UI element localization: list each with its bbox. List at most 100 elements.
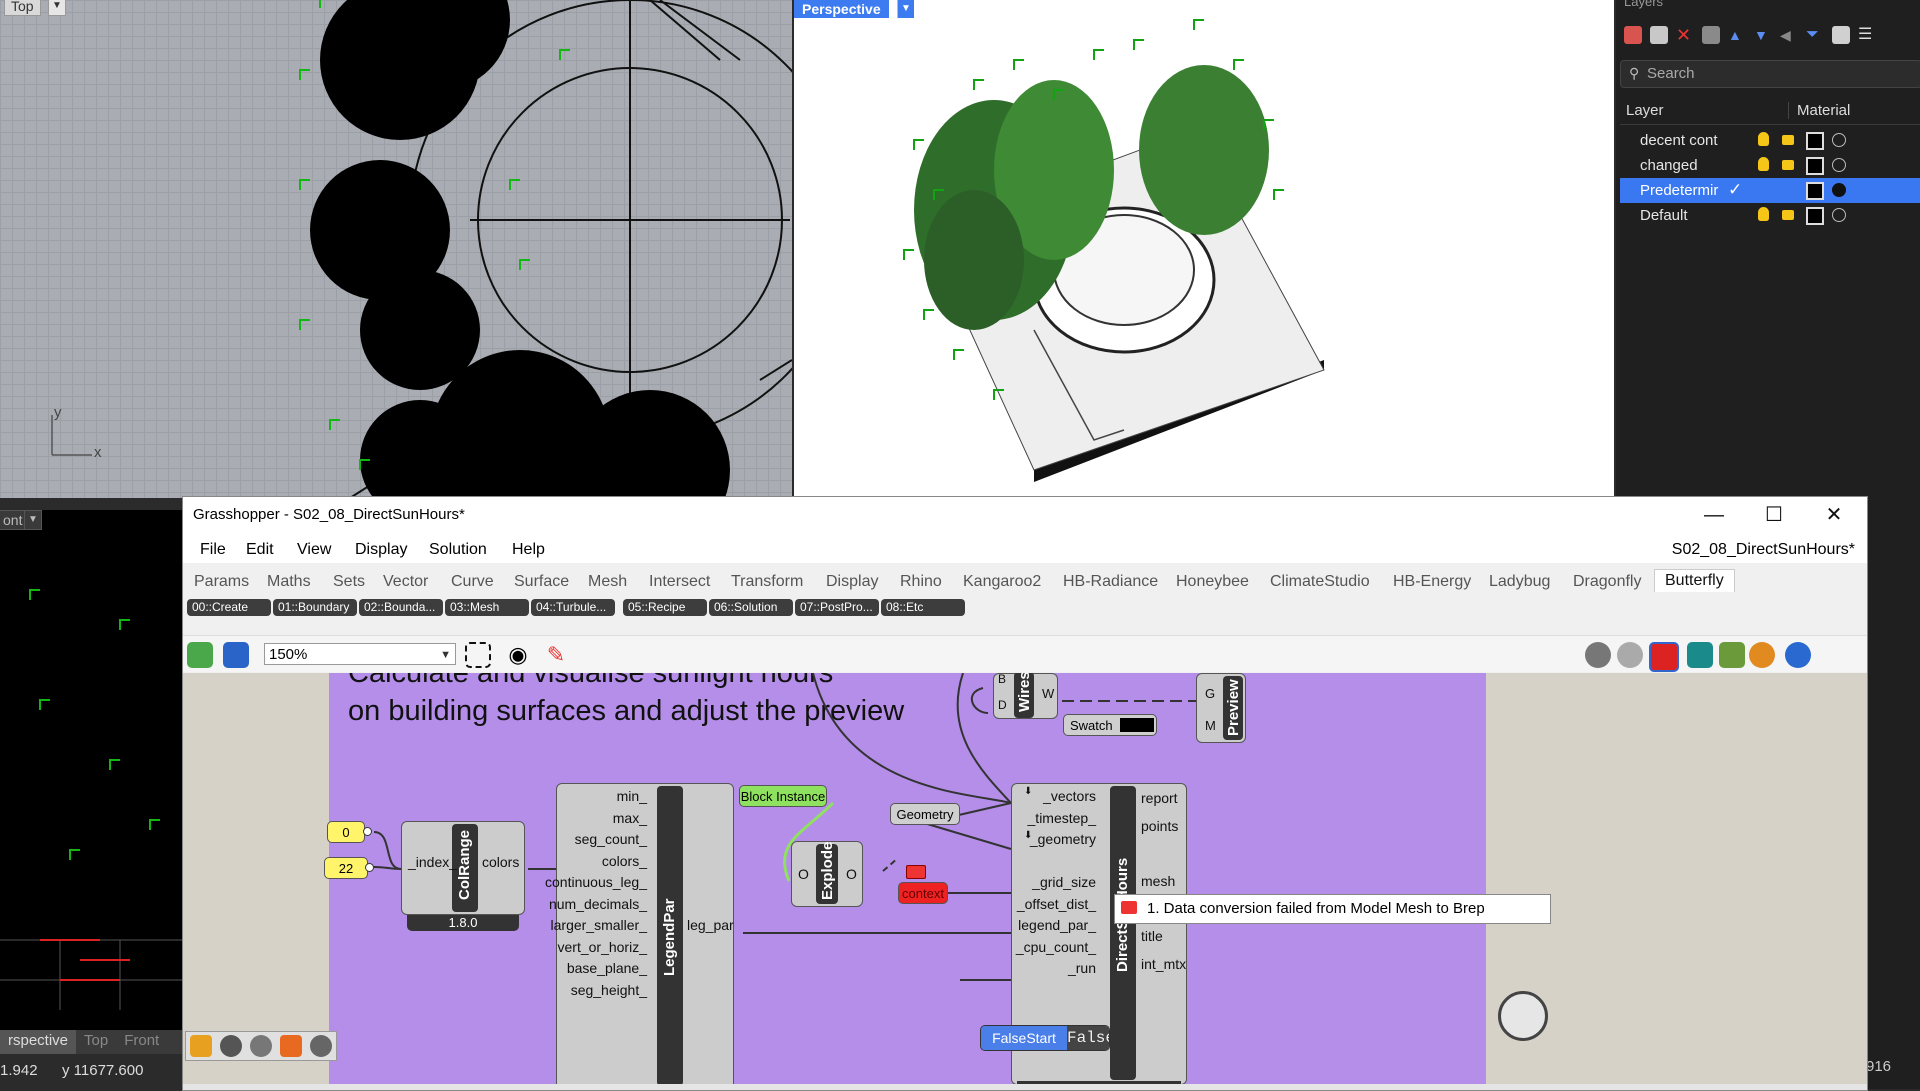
layer-row[interactable]: decent cont — [1620, 128, 1920, 153]
colrange-input-index[interactable]: _index_ — [408, 854, 457, 870]
tab-curve[interactable]: Curve — [451, 573, 494, 591]
subtab-solution[interactable]: 06::Solution — [709, 599, 793, 616]
tab-kangaroo2[interactable]: Kangaroo2 — [963, 573, 1041, 591]
open-file-icon[interactable] — [187, 642, 213, 668]
layer-row[interactable]: changed — [1620, 153, 1920, 178]
subtab-create[interactable]: 00::Create — [187, 599, 271, 616]
legendpar-input[interactable]: base_plane_ — [567, 960, 647, 976]
directsun-input[interactable]: _grid_size — [1032, 874, 1096, 890]
directsun-output[interactable]: mesh — [1141, 873, 1175, 889]
material-icon[interactable] — [1832, 158, 1846, 172]
chevron-down-icon[interactable]: ▼ — [897, 0, 914, 18]
subtab-etc[interactable]: 08::Etc — [881, 599, 965, 616]
widget-icon[interactable] — [220, 1035, 242, 1057]
directsun-input[interactable]: _run — [1068, 960, 1096, 976]
subtab-boundary-2[interactable]: 02::Bounda... — [359, 599, 443, 616]
sketch-icon[interactable]: ✎ — [543, 642, 569, 668]
delete-icon[interactable]: ✕ — [1676, 26, 1694, 44]
tab-ladybug[interactable]: Ladybug — [1489, 573, 1550, 591]
save-icon[interactable] — [223, 642, 249, 668]
tab-surface[interactable]: Surface — [514, 573, 569, 591]
display-options-icon[interactable] — [1785, 642, 1811, 668]
colrange-output-colors[interactable]: colors — [482, 854, 519, 870]
widget-icon[interactable] — [190, 1035, 212, 1057]
wires-component[interactable]: Wires B D W — [993, 673, 1058, 719]
tab-butterfly[interactable]: Butterfly — [1654, 569, 1735, 592]
move-left-icon[interactable]: ◀ — [1780, 26, 1798, 44]
gh-canvas[interactable]: Calculate and visualise sunlight hours o… — [183, 673, 1867, 1090]
legendpar-input[interactable]: num_decimals_ — [549, 896, 647, 912]
tab-top[interactable]: Top — [76, 1030, 116, 1054]
subtab-recipe[interactable]: 05::Recipe — [623, 599, 707, 616]
directsun-input[interactable]: _geometry — [1030, 831, 1096, 847]
preview-input-m[interactable]: M — [1205, 718, 1216, 733]
grid-icon[interactable] — [1832, 26, 1850, 44]
filter-layers-icon[interactable] — [1702, 26, 1720, 44]
subtab-boundary[interactable]: 01::Boundary — [273, 599, 357, 616]
tab-hb-energy[interactable]: HB-Energy — [1393, 573, 1471, 591]
maximize-button[interactable]: ☐ — [1751, 502, 1797, 528]
material-icon[interactable] — [1832, 208, 1846, 222]
top-viewport[interactable]: Top ▼ y x — [0, 0, 792, 498]
widget-icon[interactable] — [280, 1035, 302, 1057]
tab-intersect[interactable]: Intersect — [649, 573, 710, 591]
explode-input[interactable]: O — [798, 866, 809, 882]
tab-rhino[interactable]: Rhino — [900, 573, 942, 591]
menu-file[interactable]: File — [200, 541, 226, 559]
minimize-button[interactable]: — — [1691, 502, 1737, 528]
material-icon[interactable] — [1832, 133, 1846, 147]
tab-sets[interactable]: Sets — [333, 573, 365, 591]
legendpar-input[interactable]: seg_count_ — [575, 831, 647, 847]
legendpar-input[interactable]: min_ — [617, 788, 647, 804]
tab-params[interactable]: Params — [194, 573, 249, 591]
explode-component[interactable]: Explode O O — [791, 841, 863, 907]
tab-maths[interactable]: Maths — [267, 573, 311, 591]
display-material-icon[interactable] — [1749, 642, 1775, 668]
bottom-left-viewport[interactable]: ont ▼ — [0, 510, 182, 1030]
preview-component[interactable]: Preview G M — [1196, 673, 1246, 743]
directsun-output[interactable]: title — [1141, 928, 1163, 944]
layer-color-swatch[interactable] — [1806, 182, 1824, 200]
number-slider-22[interactable]: 22 — [324, 857, 368, 879]
eye-icon[interactable]: ◉ — [505, 642, 531, 668]
perspective-viewport[interactable]: Perspective ▼ — [794, 0, 1614, 498]
block-instance-param[interactable]: Block Instance — [739, 785, 827, 807]
display-mode-icon[interactable] — [1687, 642, 1713, 668]
swatch-color[interactable] — [1120, 718, 1154, 732]
tab-mesh[interactable]: Mesh — [588, 573, 627, 591]
geometry-param[interactable]: Geometry — [890, 803, 960, 825]
move-up-icon[interactable]: ▲ — [1728, 26, 1746, 44]
legendpar-component[interactable]: LegendPar min_ max_ seg_count_ colors_ c… — [545, 783, 734, 1090]
preview-wireframe-icon[interactable] — [1585, 642, 1611, 668]
layers-search[interactable]: ⚲ Search — [1620, 60, 1920, 88]
widget-icon[interactable] — [310, 1035, 332, 1057]
subtab-postpro[interactable]: 07::PostPro... — [795, 599, 879, 616]
perspective-viewport-label[interactable]: Perspective — [794, 0, 889, 18]
directsun-input[interactable]: _cpu_count_ — [1016, 939, 1096, 955]
preview-selected-icon[interactable] — [1649, 642, 1679, 672]
tab-display[interactable]: Display — [826, 573, 878, 591]
subtab-turbulence[interactable]: 04::Turbule... — [531, 599, 615, 616]
legendpar-input[interactable]: seg_height_ — [571, 982, 647, 998]
menu-help[interactable]: Help — [512, 541, 545, 559]
layer-row[interactable]: Default — [1620, 203, 1920, 228]
menu-icon[interactable]: ☰ — [1858, 26, 1876, 44]
layer-column-header[interactable]: Layer — [1626, 102, 1664, 119]
preview-shaded-icon[interactable] — [1617, 642, 1643, 668]
boolean-toggle[interactable]: FalseStart False — [980, 1025, 1110, 1051]
layer-row-selected[interactable]: Predetermir ✓ — [1620, 178, 1920, 203]
output-port[interactable] — [365, 863, 374, 872]
output-port[interactable] — [363, 827, 372, 836]
directsun-input[interactable]: _offset_dist_ — [1017, 896, 1096, 912]
lightbulb-icon[interactable] — [1758, 132, 1769, 146]
toggle-value[interactable]: False — [1067, 1026, 1109, 1050]
preview-input-g[interactable]: G — [1205, 686, 1215, 701]
filter-icon[interactable]: ⏷ — [1806, 26, 1824, 44]
directsun-input[interactable]: _vectors — [1043, 788, 1096, 804]
move-down-icon[interactable]: ▼ — [1754, 26, 1772, 44]
legendpar-input[interactable]: colors_ — [602, 853, 647, 869]
directsun-input[interactable]: _timestep_ — [1028, 810, 1096, 826]
wires-input-d[interactable]: D — [998, 698, 1007, 712]
tab-honeybee[interactable]: Honeybee — [1176, 573, 1249, 591]
display-mesh-icon[interactable] — [1719, 642, 1745, 668]
